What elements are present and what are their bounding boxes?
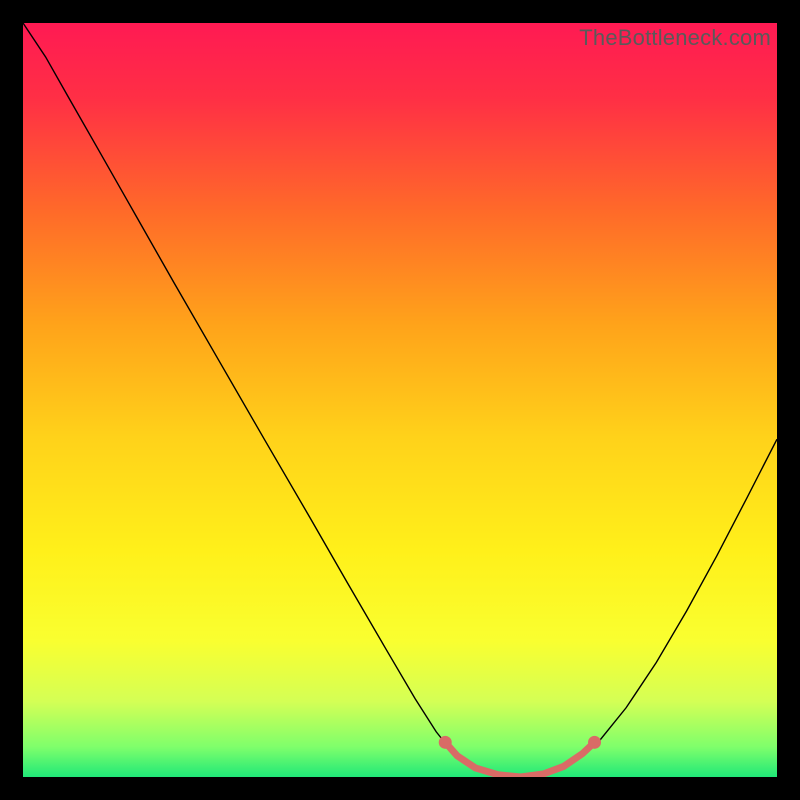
chart-frame: TheBottleneck.com [23,23,777,777]
marker-dot [439,736,452,749]
gradient-background [23,23,777,777]
marker-dot [588,736,601,749]
bottleneck-chart [23,23,777,777]
watermark-text: TheBottleneck.com [579,25,771,51]
